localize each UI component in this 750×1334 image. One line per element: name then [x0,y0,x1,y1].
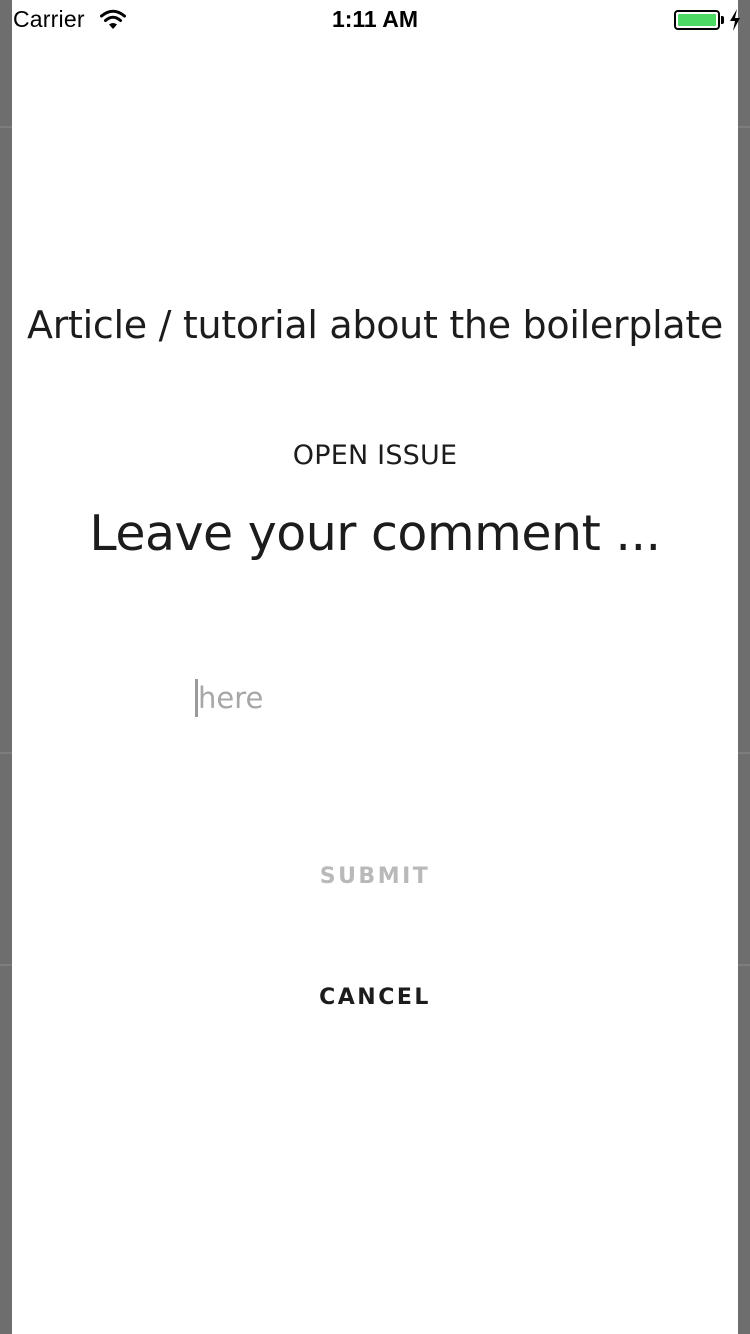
clock: 1:11 AM [331,6,419,32]
issue-title: Article / tutorial about the boilerplate [27,303,723,347]
charging-bolt-icon [730,9,740,31]
screen: Carrier 1:11 AM Article / tutorial about… [0,0,750,1334]
battery-level [678,14,716,26]
text-cursor [195,679,198,717]
cancel-button[interactable]: CANCEL [12,981,738,1013]
status-bar: Carrier 1:11 AM [0,0,750,40]
comment-input[interactable] [196,676,558,720]
submit-button[interactable]: SUBMIT [12,860,738,892]
battery-icon [674,10,720,30]
issue-status-label: OPEN ISSUE [292,440,458,471]
comment-modal [12,0,738,1334]
battery-terminal [721,16,724,24]
comment-headline: Leave your comment ... [89,505,661,562]
